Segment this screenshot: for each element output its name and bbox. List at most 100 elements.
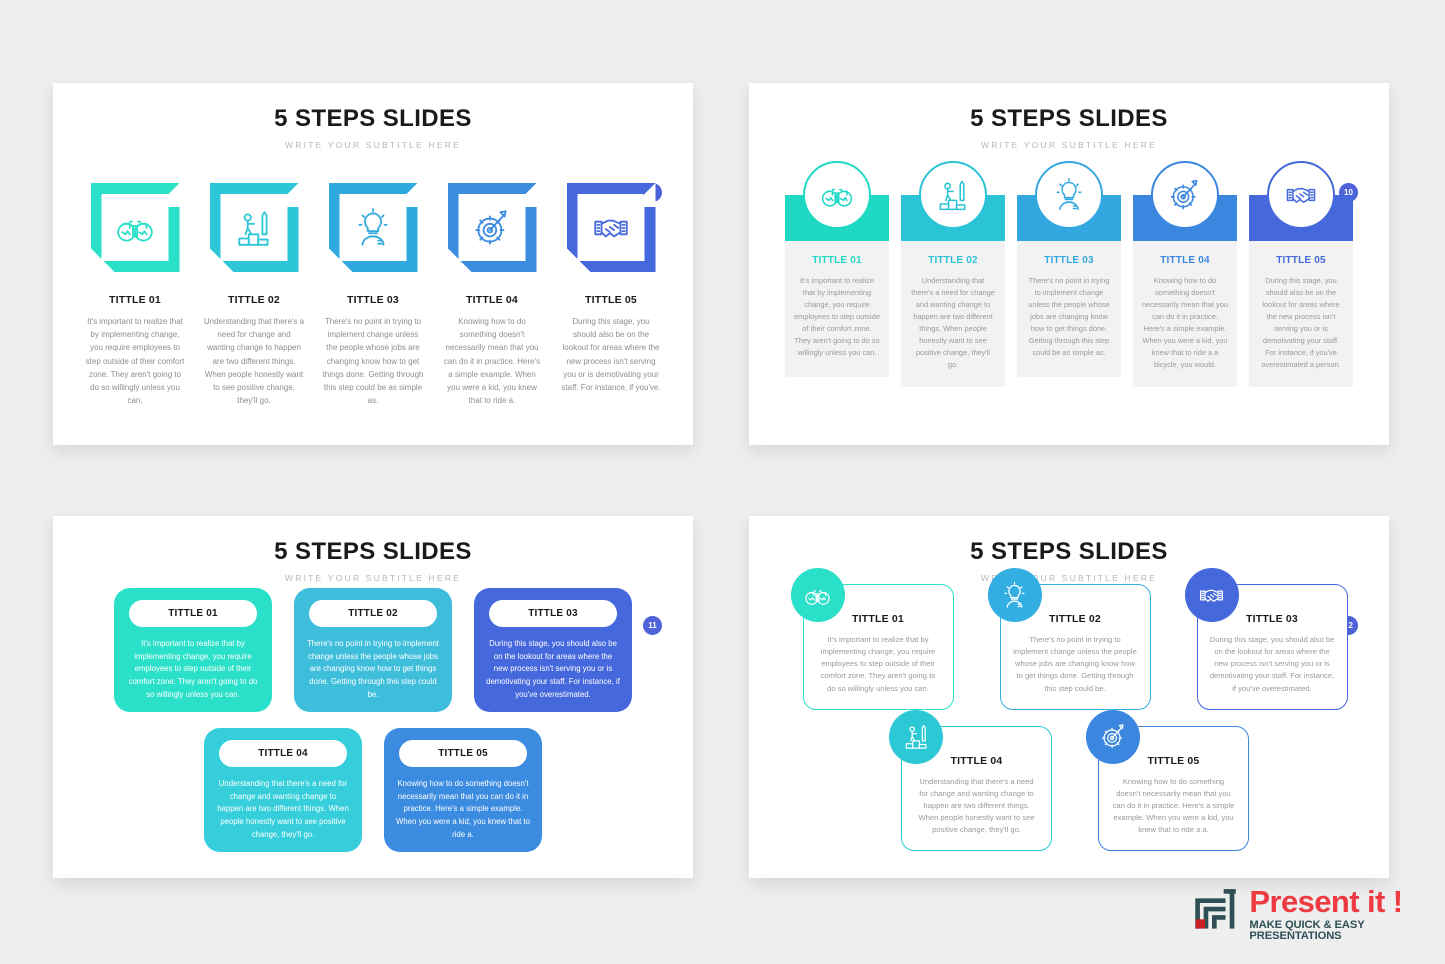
icon-frame	[566, 183, 656, 272]
step-title: TITTLE 02	[228, 294, 280, 306]
page-title: 5 STEPS SLIDES	[970, 105, 1168, 132]
step-body: Knowing how to do something doesn't nece…	[1142, 276, 1228, 369]
slide-outlined-cards[interactable]: 5 STEPS SLIDES WRITE YOUR SUBTITLE HERE …	[749, 516, 1389, 878]
step-title: TITTLE 05	[399, 740, 527, 767]
step-panel: TITTLE 02 Understanding that there's a ne…	[901, 241, 1005, 387]
step-title: TITTLE 02	[309, 600, 437, 627]
worker-podium-icon	[919, 161, 987, 229]
step-body: It's important to realize that by implem…	[128, 639, 258, 699]
step-panel: TITTLE 05 During this stage, you should a…	[1249, 241, 1353, 387]
worker-podium-icon	[221, 194, 288, 261]
step-title: TITTLE 01	[109, 294, 161, 306]
step-body: It's important to realize that by implem…	[85, 317, 185, 406]
gear-target-icon	[459, 194, 526, 261]
step-card[interactable]: TITTLE 01 It's important to realize that …	[114, 588, 272, 712]
steps-row: TITTLE 01 It's important to realize that …	[53, 183, 693, 407]
poster-canvas: 5 STEPS SLIDES WRITE YOUR SUBTITLE HERE …	[0, 0, 1445, 964]
page-subtitle: WRITE YOUR SUBTITLE HERE	[285, 573, 461, 583]
step-column[interactable]: TITTLE 04 Knowing how to do something doe…	[1133, 161, 1237, 387]
step-card[interactable]: TITTLE 05 Knowing how to do something doe…	[384, 728, 542, 852]
step-column[interactable]: TITTLE 02 Understanding that there's a ne…	[203, 183, 305, 407]
icon-frame	[328, 183, 418, 272]
step-body: There's no point in trying to implement …	[322, 317, 424, 406]
lightbulb-person-icon	[987, 568, 1042, 622]
step-title: TITTLE 02	[928, 255, 978, 266]
gear-target-icon	[1086, 709, 1140, 764]
step-body: During this stage, you should also be on…	[486, 639, 620, 699]
step-body: It's important to realize that by implem…	[794, 276, 880, 357]
step-item[interactable]: TITTLE 03 During this stage, you should a…	[1184, 568, 1348, 710]
step-body: Understanding that there's a need for ch…	[911, 276, 995, 369]
step-body: Understanding that there's a need for ch…	[217, 779, 349, 839]
page-title: 5 STEPS SLIDES	[274, 538, 472, 565]
page-subtitle: WRITE YOUR SUBTITLE HERE	[285, 140, 461, 150]
lightbulb-person-icon	[1035, 161, 1103, 229]
steps-wrap: TITTLE 01 It's important to realize that …	[53, 588, 693, 852]
logo-text-block: Present it ! MAKE QUICK & EASY PRESENTAT…	[1249, 884, 1445, 942]
steps-wrap: TITTLE 01 It's important to realize that …	[749, 568, 1389, 852]
step-title: TITTLE 05	[1276, 255, 1326, 266]
step-body: Understanding that there's a need for ch…	[918, 776, 1035, 835]
step-column[interactable]: TITTLE 03 There's no point in trying to i…	[322, 183, 424, 407]
step-column[interactable]: TITTLE 02 Understanding that there's a ne…	[901, 161, 1005, 387]
step-panel: TITTLE 03 There's no point in trying to i…	[1017, 241, 1121, 377]
binoculars-icon	[102, 194, 169, 261]
handshake-icon	[578, 194, 645, 261]
step-body: There's no point in trying to implement …	[1028, 276, 1110, 357]
step-body: During this stage, you should also be on…	[1261, 276, 1341, 369]
step-column[interactable]: TITTLE 05 During this stage, you should a…	[561, 183, 661, 407]
binoculars-icon	[790, 568, 845, 622]
step-body: Knowing how to do something doesn't nece…	[443, 317, 541, 406]
step-panel: TITTLE 01 It's important to realize that …	[785, 241, 889, 377]
logo-name: Present it !	[1249, 884, 1403, 919]
steps-row-bottom: TITTLE 04 Understanding that there's a ne…	[749, 709, 1389, 852]
step-card[interactable]: TITTLE 03 During this stage, you should a…	[474, 588, 632, 712]
page-title: 5 STEPS SLIDES	[274, 105, 472, 132]
step-body: Knowing how to do something doesn't nece…	[396, 779, 530, 839]
logo-tagline: MAKE QUICK & EASY PRESENTATIONS	[1249, 919, 1365, 943]
brand-logo: Present it ! MAKE QUICK & EASY PRESENTAT…	[1192, 884, 1445, 942]
page-subtitle: WRITE YOUR SUBTITLE HERE	[981, 140, 1157, 150]
step-column[interactable]: TITTLE 01 It's important to realize that …	[86, 183, 184, 407]
step-body: There's no point in trying to implement …	[1013, 635, 1137, 693]
binoculars-icon	[803, 161, 871, 229]
step-card[interactable]: TITTLE 04 Understanding that there's a ne…	[204, 728, 362, 852]
step-card[interactable]: TITTLE 02 There's no point in trying to i…	[294, 588, 452, 712]
step-column[interactable]: TITTLE 03 There's no point in trying to i…	[1017, 161, 1121, 387]
step-item[interactable]: TITTLE 04 Understanding that there's a ne…	[889, 709, 1052, 852]
slide-rounded-cards[interactable]: 5 STEPS SLIDES WRITE YOUR SUBTITLE HERE …	[53, 516, 693, 878]
page-subtitle: WRITE YOUR SUBTITLE HERE	[981, 573, 1157, 583]
step-column[interactable]: TITTLE 01 It's important to realize that …	[785, 161, 889, 387]
page-title: 5 STEPS SLIDES	[970, 538, 1168, 565]
step-title: TITTLE 04	[1160, 255, 1210, 266]
step-title: TITTLE 03	[347, 294, 399, 306]
step-body: It's important to realize that by implem…	[820, 635, 936, 693]
lightbulb-person-icon	[340, 194, 407, 261]
step-column[interactable]: TITTLE 05 During this stage, you should a…	[1249, 161, 1353, 387]
icon-frame	[209, 183, 299, 272]
icon-frame	[447, 183, 537, 272]
step-title: TITTLE 03	[489, 600, 617, 627]
step-title: TITTLE 03	[1044, 255, 1094, 266]
step-item[interactable]: TITTLE 05 Knowing how to do something doe…	[1086, 709, 1249, 852]
step-body: There's no point in trying to implement …	[307, 639, 439, 699]
step-body: Knowing how to do something doesn't nece…	[1112, 776, 1235, 835]
step-panel: TITTLE 04 Knowing how to do something doe…	[1133, 241, 1237, 387]
handshake-icon	[1184, 568, 1239, 622]
step-body: Understanding that there's a need for ch…	[203, 317, 305, 406]
slide-framed-squares[interactable]: 5 STEPS SLIDES WRITE YOUR SUBTITLE HERE …	[53, 83, 693, 445]
steps-row-bottom: TITTLE 04 Understanding that there's a ne…	[53, 728, 693, 852]
step-title: TITTLE 01	[812, 255, 862, 266]
step-body: During this stage, you should also be on…	[1209, 635, 1335, 693]
steps-row: TITTLE 01 It's important to realize that …	[749, 161, 1389, 387]
step-body: During this stage, you should also be on…	[561, 317, 661, 392]
step-title: TITTLE 04	[466, 294, 518, 306]
slide-circle-bars[interactable]: 5 STEPS SLIDES WRITE YOUR SUBTITLE HERE …	[749, 83, 1389, 445]
steps-row-top: TITTLE 01 It's important to realize that …	[53, 588, 693, 712]
step-column[interactable]: TITTLE 04 Knowing how to do something doe…	[443, 183, 541, 407]
step-item[interactable]: TITTLE 01 It's important to realize that …	[790, 568, 954, 710]
step-item[interactable]: TITTLE 02 There's no point in trying to i…	[987, 568, 1151, 710]
icon-frame	[90, 183, 180, 272]
steps-row-top: TITTLE 01 It's important to realize that …	[749, 568, 1389, 710]
step-title: TITTLE 04	[219, 740, 347, 767]
